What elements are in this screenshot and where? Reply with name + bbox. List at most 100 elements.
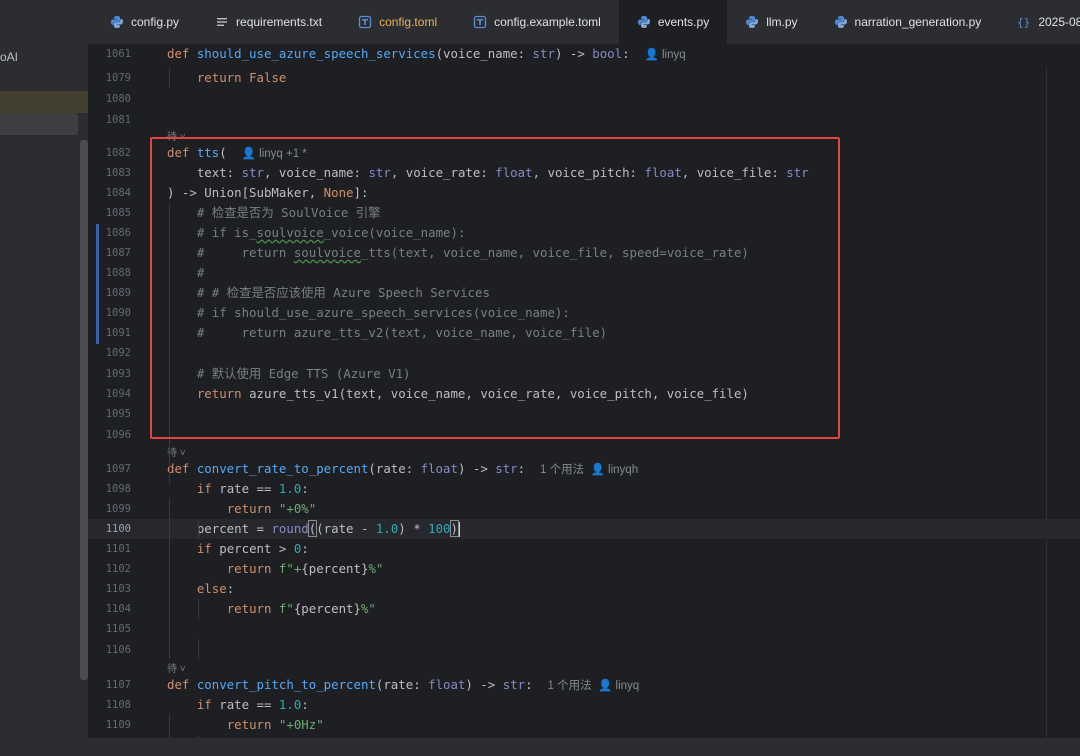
indent-guide bbox=[169, 499, 170, 659]
code-token: f" bbox=[278, 601, 294, 616]
code-line[interactable]: 1102 return f"+{percent}%" bbox=[88, 559, 1080, 579]
code-line[interactable]: 1104 return f"{percent}%" bbox=[88, 599, 1080, 619]
code-token: "+0%" bbox=[278, 501, 317, 516]
code-line[interactable]: 1108 if rate == 1.0: bbox=[88, 695, 1080, 715]
tab-llm-py[interactable]: llm.py bbox=[727, 0, 815, 44]
line-number: 1107 bbox=[105, 679, 131, 691]
code-line[interactable]: 1107 def convert_pitch_to_percent(rate: f… bbox=[88, 675, 1080, 695]
code-token: def bbox=[167, 677, 197, 692]
code-line[interactable]: 1098 if rate == 1.0: bbox=[88, 479, 1080, 499]
line-number: 1108 bbox=[105, 699, 131, 711]
line-number: 1106 bbox=[105, 644, 131, 656]
indent-guide bbox=[169, 715, 170, 738]
code-token: should_use_azure_speech_services bbox=[196, 46, 436, 61]
code-token: if bbox=[196, 541, 220, 556]
inlay-hint[interactable]: 1 个用法 👤 linyq bbox=[548, 680, 640, 692]
code-token: bool bbox=[592, 46, 623, 61]
annotation-highlight-box bbox=[150, 137, 840, 439]
line-number: 1093 bbox=[105, 368, 131, 380]
python-icon bbox=[637, 15, 651, 29]
code-token: {percent} bbox=[293, 601, 361, 616]
code-line[interactable]: 1079 return False bbox=[88, 68, 1080, 88]
code-token: 1.0 bbox=[278, 481, 302, 496]
code-line[interactable]: 1109 return "+0Hz" bbox=[88, 715, 1080, 735]
inlay-hint[interactable]: 1 个用法 👤 linyqh bbox=[540, 464, 638, 476]
code-line[interactable]: 1097 def convert_rate_to_percent(rate: fl… bbox=[88, 459, 1080, 479]
code-text: return "+0Hz" bbox=[167, 715, 324, 735]
code-token: ) -> bbox=[457, 461, 496, 476]
chevron-down-icon: ˅ bbox=[177, 664, 186, 675]
code-text: if percent > 0: bbox=[167, 539, 309, 559]
line-number: 1104 bbox=[105, 603, 131, 615]
fold-toggle-icon[interactable]: 待 ˅ bbox=[167, 660, 186, 676]
code-text: return "+0%" bbox=[167, 499, 317, 519]
code-token: str bbox=[502, 677, 526, 692]
line-number: 1092 bbox=[105, 347, 131, 359]
project-panel-scrollbar[interactable] bbox=[80, 140, 88, 680]
project-tree-item-selected[interactable] bbox=[0, 113, 78, 135]
tab-label: llm.py bbox=[766, 15, 798, 29]
code-text: return False bbox=[167, 68, 287, 88]
tab-events-py[interactable]: events.py bbox=[618, 0, 728, 44]
code-line[interactable]: 1106 bbox=[88, 640, 1080, 660]
code-line[interactable]: 1099 return "+0%" bbox=[88, 499, 1080, 519]
project-name[interactable]: oAI bbox=[0, 50, 18, 64]
code-token: (voice_name: bbox=[435, 46, 533, 61]
code-token: convert_rate_to_percent bbox=[196, 461, 369, 476]
code-token: : bbox=[525, 677, 548, 692]
line-number: 1109 bbox=[105, 719, 131, 731]
text-caret bbox=[458, 522, 460, 537]
text-file-icon bbox=[215, 15, 229, 29]
line-number: 1086 bbox=[105, 227, 131, 239]
python-icon bbox=[834, 15, 848, 29]
line-number: 1082 bbox=[105, 147, 131, 159]
tab-narration-generation-py[interactable]: narration_generation.py bbox=[816, 0, 1000, 44]
project-tree-item-highlight[interactable] bbox=[0, 91, 88, 113]
code-line[interactable]: 1081 bbox=[88, 110, 1080, 130]
code-token: : bbox=[301, 481, 309, 496]
code-token: def bbox=[167, 461, 197, 476]
line-number: 1084 bbox=[105, 187, 131, 199]
code-line[interactable]: 1080 bbox=[88, 89, 1080, 109]
code-line[interactable]: 1103 else: bbox=[88, 579, 1080, 599]
code-text: return f"+{percent}%" bbox=[167, 559, 384, 579]
tab-2025-08[interactable]: {} 2025-08 bbox=[999, 0, 1080, 44]
inlay-hint[interactable]: 👤 linyq bbox=[644, 49, 685, 61]
code-token: (rate: bbox=[368, 461, 421, 476]
code-text: if rate == 1.0: bbox=[167, 695, 309, 715]
code-line[interactable]: 1061 def should_use_azure_speech_services… bbox=[88, 44, 1080, 64]
code-line[interactable]: 1105 bbox=[88, 619, 1080, 639]
tab-label: events.py bbox=[657, 15, 710, 29]
code-text: percent = round((rate - 1.0) * 100) bbox=[167, 519, 460, 539]
code-token: 100 bbox=[428, 521, 451, 536]
tab-config-py[interactable]: config.py bbox=[88, 0, 197, 44]
code-line[interactable]: 1100 percent = round((rate - 1.0) * 100) bbox=[88, 519, 1080, 539]
code-token: : bbox=[301, 541, 309, 556]
tab-label: config.example.toml bbox=[494, 15, 601, 29]
code-token: "+0Hz" bbox=[278, 717, 324, 732]
tab-label: config.py bbox=[131, 15, 180, 29]
code-line[interactable]: 1101 if percent > 0: bbox=[88, 539, 1080, 559]
code-token: convert_pitch_to_percent bbox=[196, 677, 376, 692]
code-token: rate == bbox=[219, 697, 279, 712]
vcs-change-marker[interactable] bbox=[96, 224, 99, 344]
tab-requirements-txt[interactable]: requirements.txt bbox=[197, 0, 340, 44]
toml-icon bbox=[473, 15, 487, 29]
line-number: 1083 bbox=[105, 167, 131, 179]
tab-label: config.toml bbox=[379, 15, 438, 29]
status-bar bbox=[0, 738, 1080, 756]
code-token: float bbox=[428, 677, 466, 692]
python-icon bbox=[745, 15, 759, 29]
tab-config-example-toml[interactable]: config.example.toml bbox=[455, 0, 619, 44]
fold-label: 待 bbox=[167, 664, 177, 675]
tab-config-toml[interactable]: config.toml bbox=[340, 0, 455, 44]
code-token: else bbox=[196, 581, 227, 596]
code-token: 1.0 bbox=[278, 697, 302, 712]
line-number: 1097 bbox=[105, 463, 131, 475]
line-number: 1079 bbox=[105, 72, 131, 84]
code-token: {percent} bbox=[301, 561, 369, 576]
